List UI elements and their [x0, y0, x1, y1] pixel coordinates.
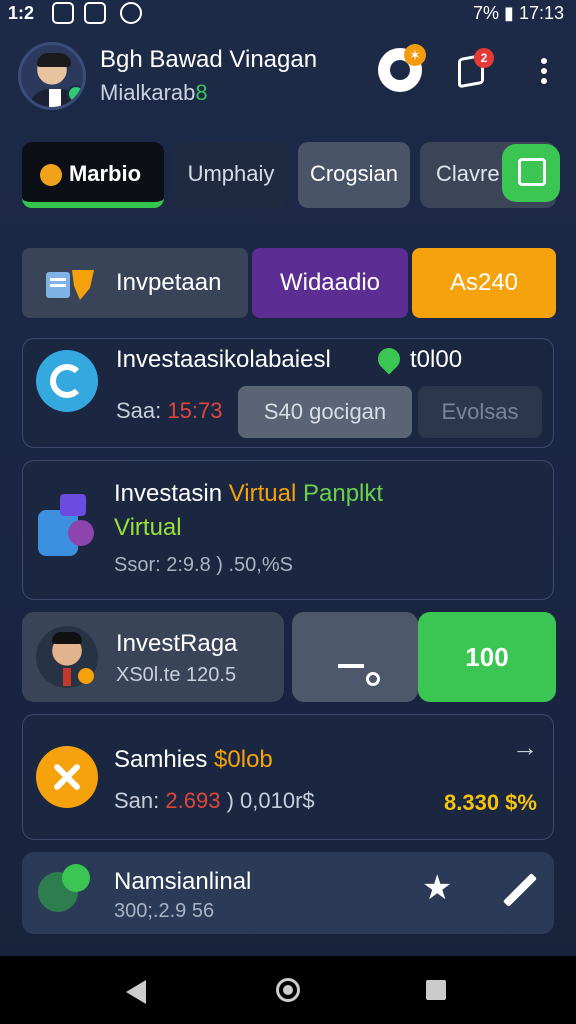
profile-subtitle: XS0l.te 120.5	[116, 664, 237, 686]
category-as240[interactable]: As240	[412, 248, 556, 318]
profile-name: InvestRaga	[116, 630, 238, 657]
coin-icon	[40, 164, 62, 186]
shield-check-icon	[38, 864, 96, 916]
invest-action-button[interactable]: 100	[418, 612, 556, 702]
stats-button[interactable]	[292, 612, 418, 702]
card-subtitle: 300;.2.9 56	[114, 900, 215, 922]
tools-app-icon	[38, 494, 94, 564]
status-bar: 1:2 7% ▮ 17:13	[0, 0, 576, 30]
tools-icon	[36, 746, 98, 808]
avatar[interactable]	[18, 42, 86, 110]
app-notification-icon	[84, 2, 106, 24]
document-shield-icon	[46, 270, 94, 300]
card-title: Namsianlinal	[114, 868, 252, 895]
compose-button[interactable]	[502, 144, 560, 202]
card-title-line2: Virtual	[114, 514, 182, 541]
user-name: Bgh Bawad Vinagan	[100, 46, 318, 73]
app-notification-icon	[120, 2, 142, 24]
edit-icon[interactable]	[500, 870, 540, 910]
star-icon[interactable]: ★	[422, 868, 452, 908]
tab-marbio[interactable]: Marbio	[22, 142, 164, 208]
category-widaadio[interactable]: Widaadio	[252, 248, 408, 318]
back-icon[interactable]	[126, 980, 146, 1004]
coin-icon	[78, 668, 94, 684]
card-secondary-button[interactable]: Evolsas	[418, 386, 542, 438]
card-title: Investasin Virtual Panplkt	[114, 480, 384, 507]
arrow-right-icon[interactable]: →	[512, 732, 538, 763]
more-menu-button[interactable]	[530, 48, 560, 92]
investment-card[interactable]	[22, 714, 554, 840]
edit-icon	[518, 158, 546, 186]
verified-icon	[67, 85, 83, 103]
home-icon[interactable]	[276, 978, 300, 1002]
settings-button[interactable]: ✶	[378, 44, 426, 92]
status-time: 1:2	[8, 3, 35, 23]
more-vert-icon	[541, 58, 547, 64]
tab-umphaiy[interactable]: Umphaiy	[174, 142, 288, 208]
notification-badge: 2	[474, 48, 494, 68]
card-title: Samhies $0lob	[114, 746, 273, 773]
category-invpetaan[interactable]: Invpetaan	[22, 248, 248, 318]
card-subtitle: Ssor: 2:9.8 ) .50,%S	[114, 554, 293, 576]
card-subtitle: Saa: 15:73	[116, 398, 223, 423]
card-title: Investaasikolabaiesl	[116, 346, 331, 373]
avatar	[36, 626, 98, 688]
card-amount: 8.330 $%	[444, 790, 537, 815]
sparkle-icon: ✶	[404, 44, 426, 66]
refresh-coin-icon	[36, 350, 98, 412]
card-subtitle: San: 2.693 ) 0,010r$	[114, 788, 315, 813]
card-primary-button[interactable]: S40 gocigan	[238, 386, 412, 438]
card-amount: t0l00	[410, 346, 463, 373]
investment-card[interactable]	[22, 852, 554, 934]
status-right-info: 7% ▮ 17:13	[473, 3, 564, 23]
tab-crogsian[interactable]: Crogsian	[298, 142, 410, 208]
app-notification-icon	[52, 2, 74, 24]
growth-icon	[336, 642, 380, 686]
recent-apps-icon[interactable]	[426, 980, 446, 1000]
notifications-button[interactable]: 2	[452, 48, 496, 92]
user-handle: Mialkarab8	[100, 80, 208, 105]
